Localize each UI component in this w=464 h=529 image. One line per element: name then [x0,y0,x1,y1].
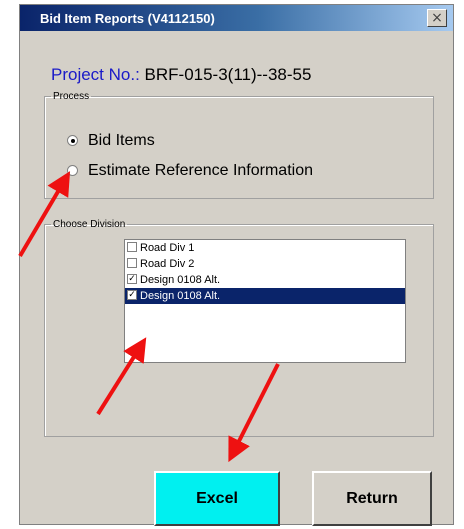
division-listbox[interactable]: Road Div 1 Road Div 2 ✓ Design 0108 Alt. … [124,239,406,363]
project-number: Project No.: BRF-015-3(11)--38-55 [51,65,311,85]
list-item-label: Design 0108 Alt. [140,290,221,302]
close-button[interactable]: × [427,9,447,27]
checkbox[interactable] [127,258,137,269]
radio-button[interactable] [67,135,78,146]
list-item[interactable]: ✓ Design 0108 Alt. [125,272,405,288]
list-item-label: Road Div 2 [140,258,195,270]
list-item[interactable]: Road Div 1 [125,240,405,256]
checkbox[interactable] [127,242,137,253]
list-item[interactable]: Road Div 2 [125,256,405,272]
project-value: BRF-015-3(11)--38-55 [139,65,312,84]
list-item-label: Design 0108 Alt. [140,274,221,286]
division-legend: Choose Division [53,219,126,230]
return-button[interactable]: Return [312,471,432,526]
checkbox[interactable]: ✓ [127,274,137,285]
radio-button[interactable] [67,165,78,176]
list-item-selected[interactable]: ✓ Design 0108 Alt. [125,288,405,304]
list-item-label: Road Div 1 [140,242,195,254]
process-group: Process Bid Items Estimate Reference Inf… [44,91,434,199]
title-bar[interactable]: Bid Item Reports (V4112150) × [20,5,453,31]
dialog-window: Bid Item Reports (V4112150) × Project No… [19,4,454,526]
radio-bid-items[interactable]: Bid Items [67,132,155,150]
process-legend: Process [53,91,90,102]
checkbox[interactable]: ✓ [127,290,137,301]
excel-button[interactable]: Excel [154,471,280,526]
radio-label: Estimate Reference Information [88,162,313,179]
radio-label: Bid Items [88,132,155,149]
window-title: Bid Item Reports (V4112150) [40,11,215,26]
radio-estimate-reference[interactable]: Estimate Reference Information [67,162,313,180]
project-label: Project No.: [51,65,140,84]
